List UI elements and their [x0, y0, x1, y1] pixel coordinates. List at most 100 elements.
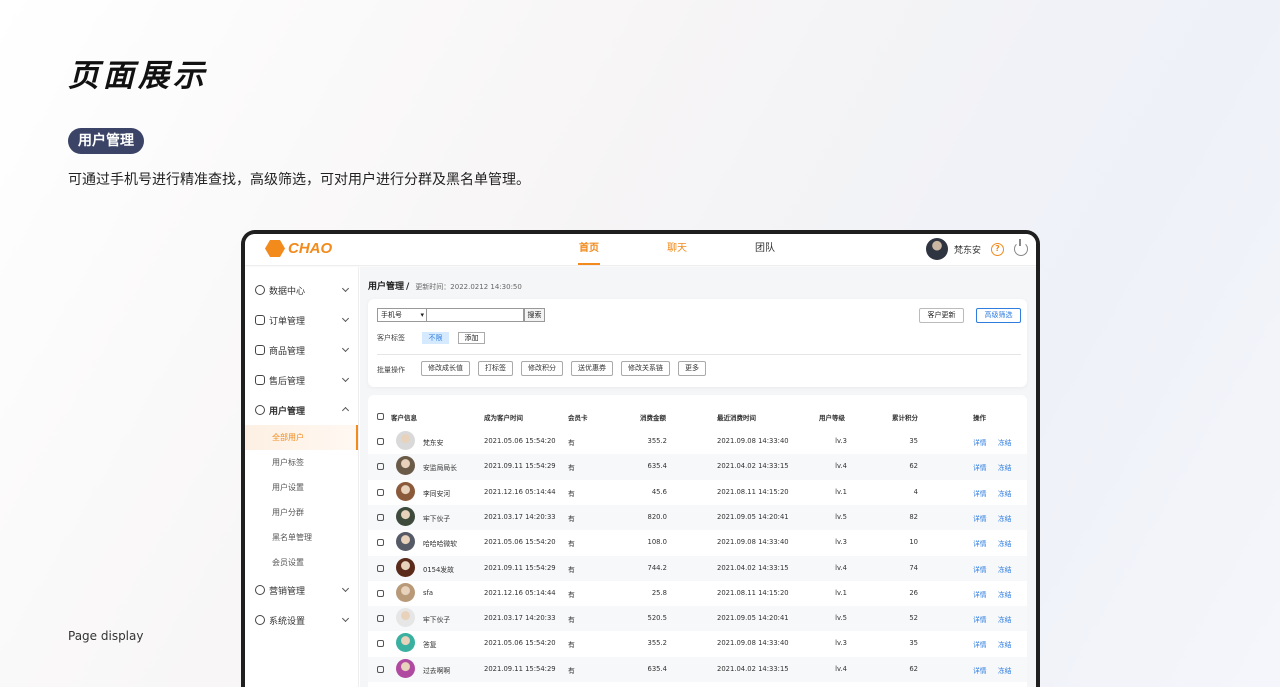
table-row[interactable]: 牢下伙子 2021.03.17 14:20:33 有 520.5 2021.09.05 … — [368, 606, 1027, 632]
sidebar-subitem-blacklist[interactable]: 黑名单管理 — [245, 525, 358, 550]
detail-link[interactable]: 详情 — [973, 488, 987, 498]
freeze-link[interactable]: 冻结 — [998, 614, 1012, 624]
table-cell-amount: 25.8 — [651, 588, 667, 597]
advanced-filter-button[interactable]: 高级筛选 — [976, 308, 1021, 323]
chevron-down-icon — [341, 344, 350, 353]
table-cell-card: 有 — [568, 666, 575, 675]
select-all-checkbox[interactable] — [377, 413, 384, 420]
sidebar-item-after-sales[interactable]: 售后管理 — [245, 365, 358, 395]
table-cell-card: 有 — [568, 514, 575, 523]
power-icon[interactable] — [1014, 239, 1028, 256]
device-frame: CHAO 首页 聊天 团队 梵东安 ? 数据中心 订单管理 商品管理 售后管理 … — [241, 230, 1040, 687]
table-row[interactable]: 梵东安 2021.05.06 15:54:20 有 355.2 2021.09.08 1… — [368, 429, 1027, 454]
detail-link[interactable]: 详情 — [973, 462, 987, 472]
detail-link[interactable]: 详情 — [973, 538, 987, 548]
freeze-link[interactable]: 冻结 — [998, 665, 1012, 675]
freeze-link[interactable]: 冻结 — [998, 488, 1012, 498]
customer-update-button[interactable]: 客户更新 — [919, 308, 964, 323]
update-time: 更新时间：2022.0212 14:30:50 — [415, 283, 522, 291]
freeze-link[interactable]: 冻结 — [998, 513, 1012, 523]
table-cell-joined: 2021.12.16 05:14:44 — [484, 588, 556, 597]
detail-link[interactable]: 详情 — [973, 639, 987, 649]
table-row[interactable]: 答复 2021.05.06 15:54:20 有 355.2 2021.09.08 14… — [368, 631, 1027, 656]
table-cell-level: lv.1 — [835, 588, 847, 597]
sidebar-item-data-center[interactable]: 数据中心 — [245, 275, 358, 305]
freeze-link[interactable]: 冻结 — [998, 462, 1012, 472]
row-checkbox[interactable] — [377, 539, 384, 547]
table-header: 客户信息 成为客户时间 会员卡 消费金额 最近消费时间 用户等级 累计积分 操作 — [368, 409, 1027, 423]
table-row[interactable]: 安监局局长 2021.09.11 15:54:29 有 635.4 2021.04.02… — [368, 454, 1027, 480]
table-row[interactable]: 哈哈哈微软 2021.05.06 15:54:20 有 108.0 2021.09.08… — [368, 530, 1027, 555]
freeze-link[interactable]: 冻结 — [998, 564, 1012, 574]
row-checkbox[interactable] — [377, 564, 384, 572]
search-type-select[interactable]: 手机号 — [377, 308, 427, 322]
edit-growth-button[interactable]: 修改成长值 — [421, 361, 470, 376]
row-checkbox[interactable] — [377, 438, 384, 445]
tab-home[interactable]: 首页 — [545, 234, 633, 266]
table-cell-name: 牢下伙子 — [423, 514, 451, 523]
detail-link[interactable]: 详情 — [973, 665, 987, 675]
freeze-link[interactable]: 冻结 — [998, 589, 1012, 599]
table-cell-amount: 744.2 — [647, 563, 667, 572]
table-cell-amount: 635.4 — [647, 664, 667, 673]
table-row[interactable]: 李同安河 2021.12.16 05:14:44 有 45.6 2021.08.11 1… — [368, 480, 1027, 505]
sidebar-item-users[interactable]: 用户管理 — [245, 395, 358, 425]
detail-link[interactable]: 详情 — [973, 513, 987, 523]
table-cell-name: 李同安河 — [423, 489, 451, 498]
logo[interactable]: CHAO — [265, 240, 332, 257]
batch-buttons: 修改成长值 打标签 修改积分 送优惠券 修改关系链 更多 — [421, 361, 714, 376]
sidebar-subitem-user-settings[interactable]: 用户设置 — [245, 475, 358, 500]
detail-link[interactable]: 详情 — [973, 614, 987, 624]
search-input[interactable] — [427, 308, 524, 322]
tag-add-button[interactable]: 添加 — [458, 332, 485, 344]
row-checkbox[interactable] — [377, 513, 384, 521]
row-checkbox[interactable] — [377, 640, 384, 648]
table-row[interactable]: 过去啊啊 2021.09.11 15:54:29 有 635.4 2021.04.02 … — [368, 656, 1027, 682]
send-coupon-button[interactable]: 送优惠券 — [571, 361, 613, 376]
row-checkbox[interactable] — [377, 665, 384, 673]
freeze-link[interactable]: 冻结 — [998, 538, 1012, 548]
customer-tag-label: 客户标签 — [377, 334, 405, 342]
table-cell-name: sfa — [423, 588, 434, 597]
table-row[interactable]: sfa 2021.12.16 05:14:44 有 25.8 2021.08.11 14… — [368, 581, 1027, 606]
sidebar-item-products[interactable]: 商品管理 — [245, 335, 358, 365]
freeze-link[interactable]: 冻结 — [998, 639, 1012, 649]
search-button[interactable]: 搜索 — [524, 308, 545, 322]
sidebar-item-orders[interactable]: 订单管理 — [245, 305, 358, 335]
tag-unlimited-chip[interactable]: 不限 — [422, 332, 449, 344]
chevron-down-icon — [341, 284, 350, 293]
edit-relation-button[interactable]: 修改关系链 — [621, 361, 670, 376]
table-cell-amount: 355.2 — [647, 437, 667, 445]
user-name[interactable]: 梵东安 — [954, 243, 981, 256]
sidebar-item-system-settings[interactable]: 系统设置 — [245, 605, 358, 635]
sidebar-subitem-user-groups[interactable]: 用户分群 — [245, 500, 358, 525]
chart-icon — [255, 285, 265, 295]
freeze-link[interactable]: 冻结 — [998, 437, 1012, 447]
divider — [377, 354, 1021, 355]
table-row[interactable]: 0154发故 2021.09.11 15:54:29 有 744.2 2021.04.0… — [368, 555, 1027, 581]
sidebar-subitem-user-tags[interactable]: 用户标签 — [245, 450, 358, 475]
detail-link[interactable]: 详情 — [973, 437, 987, 447]
column-header: 累计积分 — [892, 414, 918, 422]
table-cell-points: 10 — [909, 538, 918, 547]
tab-team[interactable]: 团队 — [721, 234, 809, 266]
detail-link[interactable]: 详情 — [973, 589, 987, 599]
tag-button[interactable]: 打标签 — [478, 361, 513, 376]
avatar[interactable] — [925, 238, 948, 260]
detail-link[interactable]: 详情 — [973, 564, 987, 574]
sidebar-subitem-all-users[interactable]: 全部用户 — [245, 425, 358, 450]
row-checkbox[interactable] — [377, 488, 384, 496]
logo-icon — [265, 240, 285, 257]
sidebar-item-marketing[interactable]: 营销管理 — [245, 575, 358, 605]
more-button[interactable]: 更多 — [678, 361, 706, 376]
question-circle-icon[interactable]: ? — [991, 242, 1004, 256]
tab-chat[interactable]: 聊天 — [633, 234, 721, 266]
sidebar-subitem-member-settings[interactable]: 会员设置 — [245, 550, 358, 575]
row-checkbox[interactable] — [377, 589, 384, 597]
column-header: 用户等级 — [819, 414, 845, 422]
table-cell-joined: 2021.09.11 15:54:29 — [484, 563, 556, 572]
row-checkbox[interactable] — [377, 463, 384, 471]
edit-points-button[interactable]: 修改积分 — [521, 361, 563, 376]
row-checkbox[interactable] — [377, 615, 384, 623]
table-row[interactable]: 牢下伙子 2021.03.17 14:20:33 有 820.0 2021.09.05 … — [368, 504, 1027, 531]
